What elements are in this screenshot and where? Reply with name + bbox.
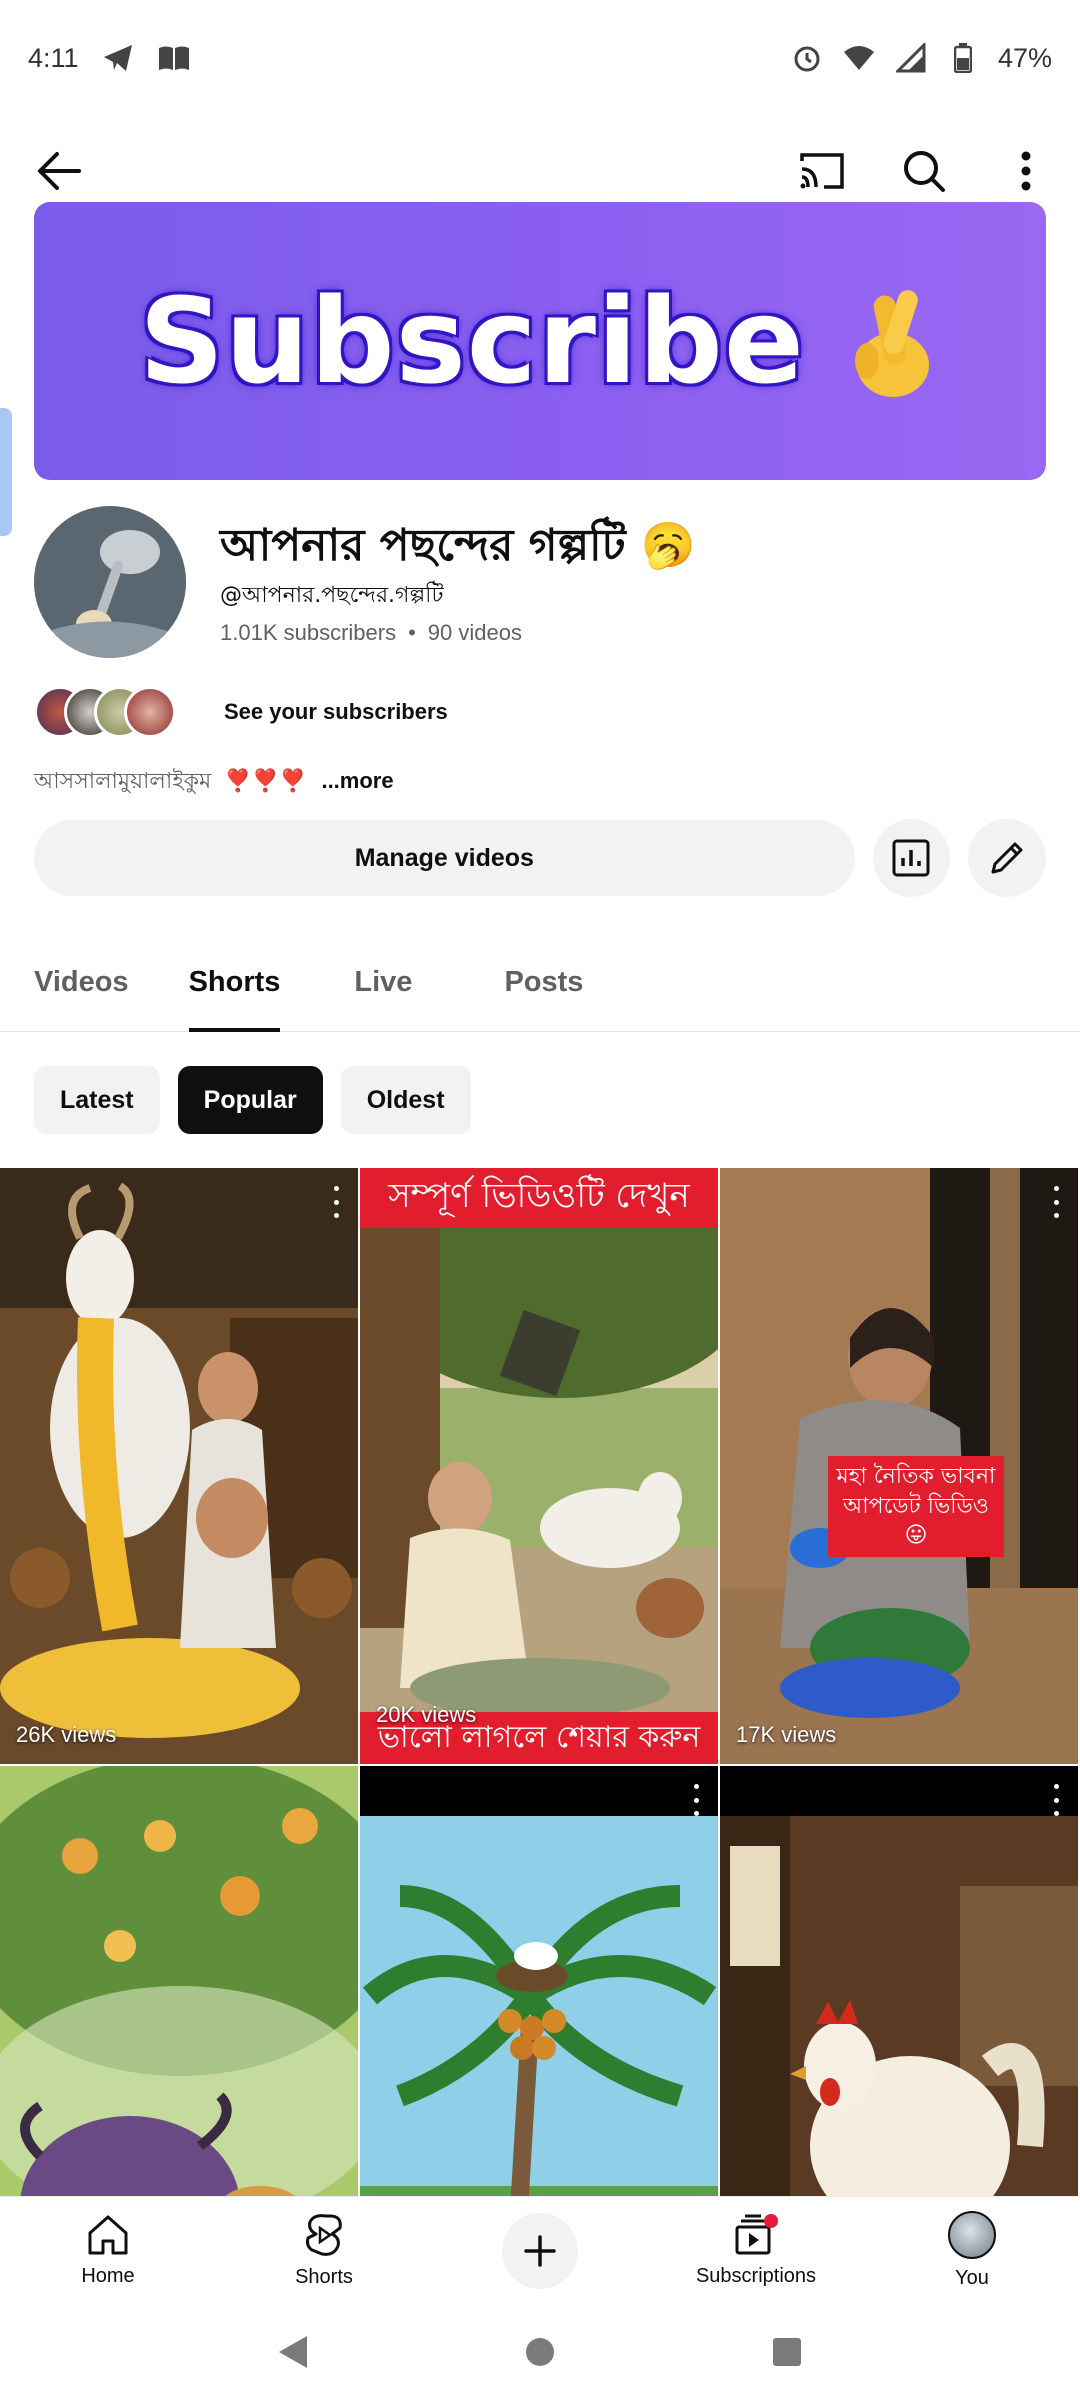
short-thumbnail[interactable] — [720, 1766, 1078, 2198]
subscriber-avatar — [124, 686, 176, 738]
nav-you-label: You — [955, 2267, 989, 2289]
more-vert-icon[interactable] — [326, 1182, 346, 1222]
see-subscribers-link[interactable]: See your subscribers — [224, 699, 448, 725]
tab-videos[interactable]: Videos — [34, 932, 129, 1032]
more-vert-icon[interactable] — [1046, 1780, 1066, 1820]
chip-popular[interactable]: Popular — [177, 1066, 323, 1134]
subscriber-avatars — [34, 686, 204, 738]
battery-icon — [946, 41, 980, 75]
thumbnail-caption: মহা নৈতিক ভাবনা আপডেট ভিডিও 😛 — [828, 1456, 1004, 1558]
nav-subscriptions[interactable]: Subscriptions — [648, 2197, 864, 2304]
back-arrow-icon[interactable] — [24, 136, 94, 206]
edge-panel-handle[interactable] — [0, 408, 12, 536]
shorts-grid: 26K views সম্পূর্ণ ভিডিওটি দেখুন ভালো লা… — [0, 1168, 1080, 2198]
profile-avatar-icon — [948, 2211, 996, 2259]
thumbnail-image — [720, 1766, 1078, 2198]
video-count: 90 videos — [427, 620, 522, 645]
recents-square-icon[interactable] — [771, 2336, 803, 2368]
tab-posts[interactable]: Posts — [504, 932, 583, 1032]
channel-actions: Manage videos — [34, 819, 1047, 897]
subscriptions-icon — [735, 2214, 778, 2255]
more-vert-icon[interactable] — [996, 141, 1056, 201]
signal-icon — [894, 41, 928, 75]
channel-avatar[interactable] — [34, 506, 186, 658]
home-circle-icon[interactable] — [524, 2336, 556, 2368]
sort-chips: Latest Popular Oldest — [34, 1066, 471, 1134]
nav-home[interactable]: Home — [0, 2197, 216, 2304]
book-icon — [157, 41, 191, 75]
nav-subscriptions-label: Subscriptions — [695, 2265, 817, 2287]
short-thumbnail[interactable] — [360, 1766, 718, 2198]
nav-home-label: Home — [81, 2265, 135, 2287]
channel-name: আপনার পছন্দের গল্পটি 🥱 — [220, 512, 696, 585]
status-time: 4:11 — [28, 42, 79, 73]
cast-icon[interactable] — [792, 141, 852, 201]
tab-shorts[interactable]: Shorts — [188, 932, 280, 1032]
channel-tabs: Videos Shorts Live Posts — [0, 932, 1080, 1032]
status-bar: 4:11 47% — [0, 0, 1080, 116]
channel-name-emoji: 🥱 — [640, 520, 696, 571]
edit-button[interactable] — [968, 819, 1047, 897]
create-plus-icon — [502, 2212, 578, 2289]
meta-separator: • — [408, 620, 416, 645]
analytics-button[interactable] — [872, 819, 951, 897]
bottom-navigation: Home Shorts Subscriptions You — [0, 2196, 1080, 2304]
nav-shorts-label: Shorts — [295, 2266, 353, 2288]
thumbnail-caption-top: সম্পূর্ণ ভিডিওটি দেখুন — [360, 1168, 718, 1228]
short-views: 20K views — [376, 1702, 477, 1727]
edit-pencil-icon — [991, 842, 1023, 874]
manage-videos-button[interactable]: Manage videos — [34, 820, 855, 896]
banner-text: Subscribe — [139, 272, 805, 410]
channel-name-text: আপনার পছন্দের গল্পটি — [220, 520, 626, 571]
short-thumbnail[interactable]: 26K views — [0, 1168, 358, 1764]
description-hearts: ❣️❣️❣️ — [224, 769, 307, 794]
nav-shorts[interactable]: Shorts — [216, 2197, 432, 2304]
short-views: 26K views — [16, 1722, 117, 1747]
system-navigation — [0, 2304, 1080, 2400]
thumbnail-image — [360, 1168, 718, 1764]
channel-handle: @আপনার.পছন্দের.গল্পটি — [220, 583, 444, 608]
more-vert-icon[interactable] — [686, 1780, 706, 1820]
channel-banner: Subscribe — [34, 202, 1046, 480]
more-link[interactable]: ...more — [321, 768, 393, 793]
chip-oldest[interactable]: Oldest — [340, 1066, 471, 1134]
short-thumbnail[interactable]: সম্পূর্ণ ভিডিওটি দেখুন ভালো লাগলে শেয়ার… — [360, 1168, 718, 1764]
crossed-fingers-icon — [854, 290, 929, 397]
thumbnail-image — [0, 1766, 358, 2198]
home-icon — [88, 2215, 128, 2255]
channel-description[interactable]: আসসালামুয়ালাইকুম ❣️❣️❣️ ...more — [34, 764, 394, 801]
short-thumbnail[interactable]: মহা নৈতিক ভাবনা আপডেট ভিডিও 😛 17K views — [720, 1168, 1078, 1764]
short-views: 17K views — [736, 1722, 837, 1747]
description-text: আসসালামুয়ালাইকুম — [34, 769, 212, 794]
battery-percent: 47% — [997, 42, 1052, 73]
subscriber-count: 1.01K subscribers — [220, 620, 397, 645]
more-vert-icon[interactable] — [1046, 1182, 1066, 1222]
search-icon[interactable] — [894, 141, 954, 201]
thumbnail-image — [0, 1168, 358, 1764]
thumbnail-image — [360, 1766, 718, 2198]
shorts-icon — [306, 2214, 342, 2256]
nav-you[interactable]: You — [864, 2197, 1080, 2304]
channel-meta: 1.01K subscribers • 90 videos — [220, 620, 522, 646]
wifi-icon — [842, 41, 876, 75]
telegram-icon — [101, 41, 135, 75]
tab-live[interactable]: Live — [354, 932, 412, 1032]
short-thumbnail[interactable] — [0, 1766, 358, 2198]
back-triangle-icon[interactable] — [277, 2334, 309, 2370]
nav-create[interactable] — [432, 2197, 648, 2304]
analytics-icon — [892, 839, 930, 877]
see-subscribers-row[interactable]: See your subscribers — [34, 686, 448, 738]
chip-latest[interactable]: Latest — [34, 1066, 160, 1134]
alarm-icon — [790, 41, 824, 75]
